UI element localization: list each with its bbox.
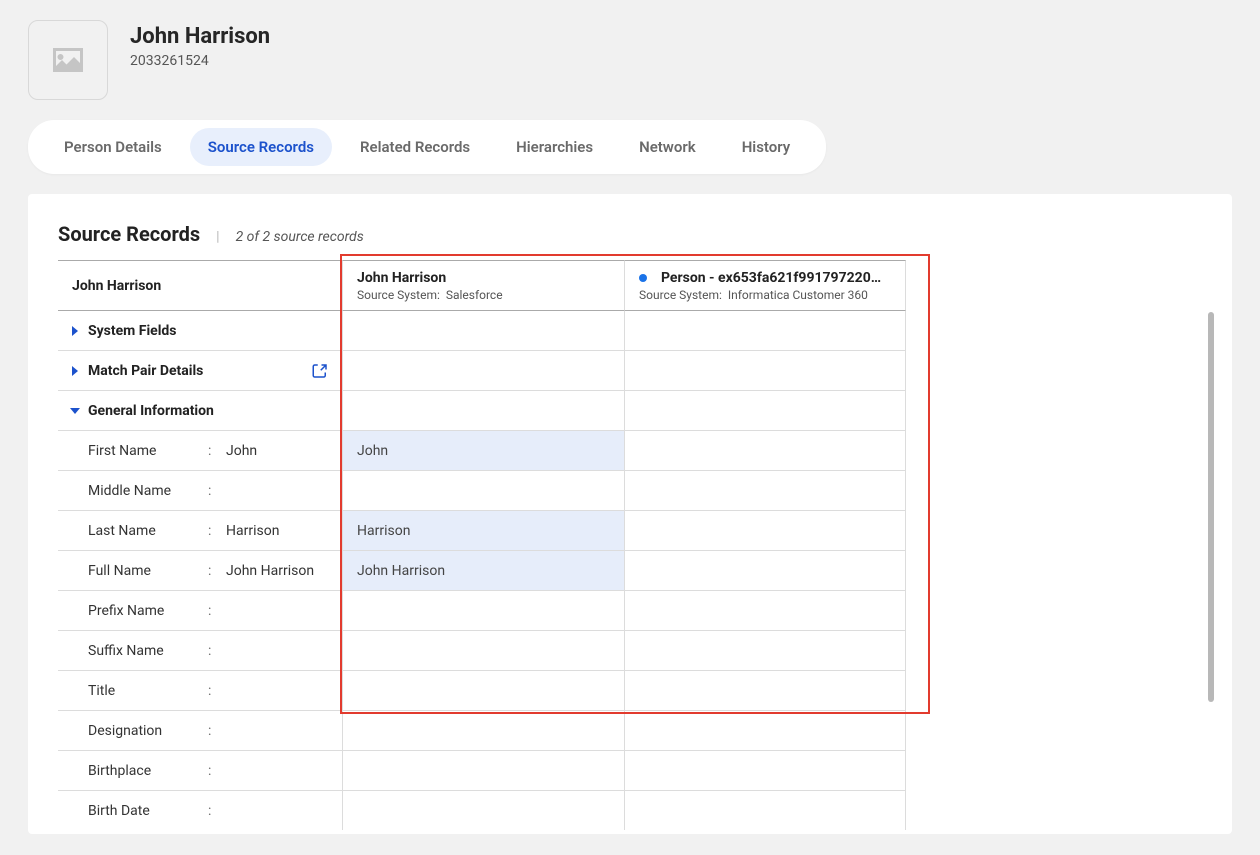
panel-title-row: Source Records | 2 of 2 source records	[58, 222, 1202, 246]
field-full-name: Full Name : John Harrison	[58, 550, 342, 590]
col-header-master: John Harrison	[58, 260, 342, 310]
source1-full-name[interactable]: John Harrison	[342, 550, 624, 590]
source1-designation[interactable]	[342, 710, 624, 750]
col-header-source2[interactable]: Person - ex653fa621f991797220… Source Sy…	[624, 260, 906, 310]
field-suffix-name: Suffix Name :	[58, 630, 342, 670]
tab-hierarchies[interactable]: Hierarchies	[498, 128, 611, 166]
field-birthplace: Birthplace :	[58, 750, 342, 790]
empty-cell	[342, 350, 624, 390]
grid-wrapper: John Harrison John Harrison Source Syste…	[58, 260, 1202, 830]
source1-middle-name[interactable]	[342, 470, 624, 510]
empty-cell	[624, 350, 906, 390]
source1-first-name[interactable]: John	[342, 430, 624, 470]
export-icon	[311, 362, 329, 380]
field-last-name: Last Name : Harrison	[58, 510, 342, 550]
source2-birth-date[interactable]	[624, 790, 906, 830]
source2-birthplace[interactable]	[624, 750, 906, 790]
source2-prefix-name[interactable]	[624, 590, 906, 630]
col-header-source1[interactable]: John Harrison Source System: Salesforce	[342, 260, 624, 310]
empty-cell	[342, 310, 624, 350]
image-placeholder-icon	[50, 45, 86, 75]
source2-designation[interactable]	[624, 710, 906, 750]
avatar-placeholder	[28, 20, 108, 100]
source1-suffix-name[interactable]	[342, 630, 624, 670]
tab-source-records[interactable]: Source Records	[190, 128, 332, 166]
chevron-down-icon	[68, 404, 82, 418]
field-prefix-name: Prefix Name :	[58, 590, 342, 630]
tab-history[interactable]: History	[724, 128, 809, 166]
source2-last-name[interactable]	[624, 510, 906, 550]
export-button[interactable]	[306, 357, 334, 385]
source2-suffix-name[interactable]	[624, 630, 906, 670]
source2-title[interactable]	[624, 670, 906, 710]
source2-middle-name[interactable]	[624, 470, 906, 510]
panel-title: Source Records	[58, 222, 200, 246]
source1-prefix-name[interactable]	[342, 590, 624, 630]
record-count: 2 of 2 source records	[236, 229, 364, 245]
source2-first-name[interactable]	[624, 430, 906, 470]
separator: |	[216, 229, 219, 245]
section-general-info[interactable]: General Information	[58, 390, 342, 430]
scrollbar[interactable]	[1208, 312, 1214, 702]
field-title: Title :	[58, 670, 342, 710]
section-match-pair[interactable]: Match Pair Details	[58, 350, 342, 390]
tabs: Person Details Source Records Related Re…	[28, 120, 826, 174]
source-grid: John Harrison John Harrison Source Syste…	[58, 260, 1202, 830]
record-id: 2033261524	[130, 53, 270, 69]
empty-cell	[342, 390, 624, 430]
field-designation: Designation :	[58, 710, 342, 750]
field-first-name: First Name : John	[58, 430, 342, 470]
source2-full-name[interactable]	[624, 550, 906, 590]
chevron-right-icon	[68, 364, 82, 378]
tab-related-records[interactable]: Related Records	[342, 128, 488, 166]
field-middle-name: Middle Name :	[58, 470, 342, 510]
source1-birth-date[interactable]	[342, 790, 624, 830]
tab-network[interactable]: Network	[621, 128, 714, 166]
empty-cell	[624, 310, 906, 350]
page-header: John Harrison 2033261524	[0, 0, 1260, 120]
empty-cell	[624, 390, 906, 430]
chevron-right-icon	[68, 324, 82, 338]
section-system-fields[interactable]: System Fields	[58, 310, 342, 350]
header-text: John Harrison 2033261524	[130, 20, 270, 69]
page-title: John Harrison	[130, 24, 270, 49]
source1-title[interactable]	[342, 670, 624, 710]
tab-person-details[interactable]: Person Details	[46, 128, 180, 166]
source1-birthplace[interactable]	[342, 750, 624, 790]
source-records-panel: Source Records | 2 of 2 source records J…	[28, 194, 1232, 834]
source1-last-name[interactable]: Harrison	[342, 510, 624, 550]
field-birth-date: Birth Date :	[58, 790, 342, 830]
